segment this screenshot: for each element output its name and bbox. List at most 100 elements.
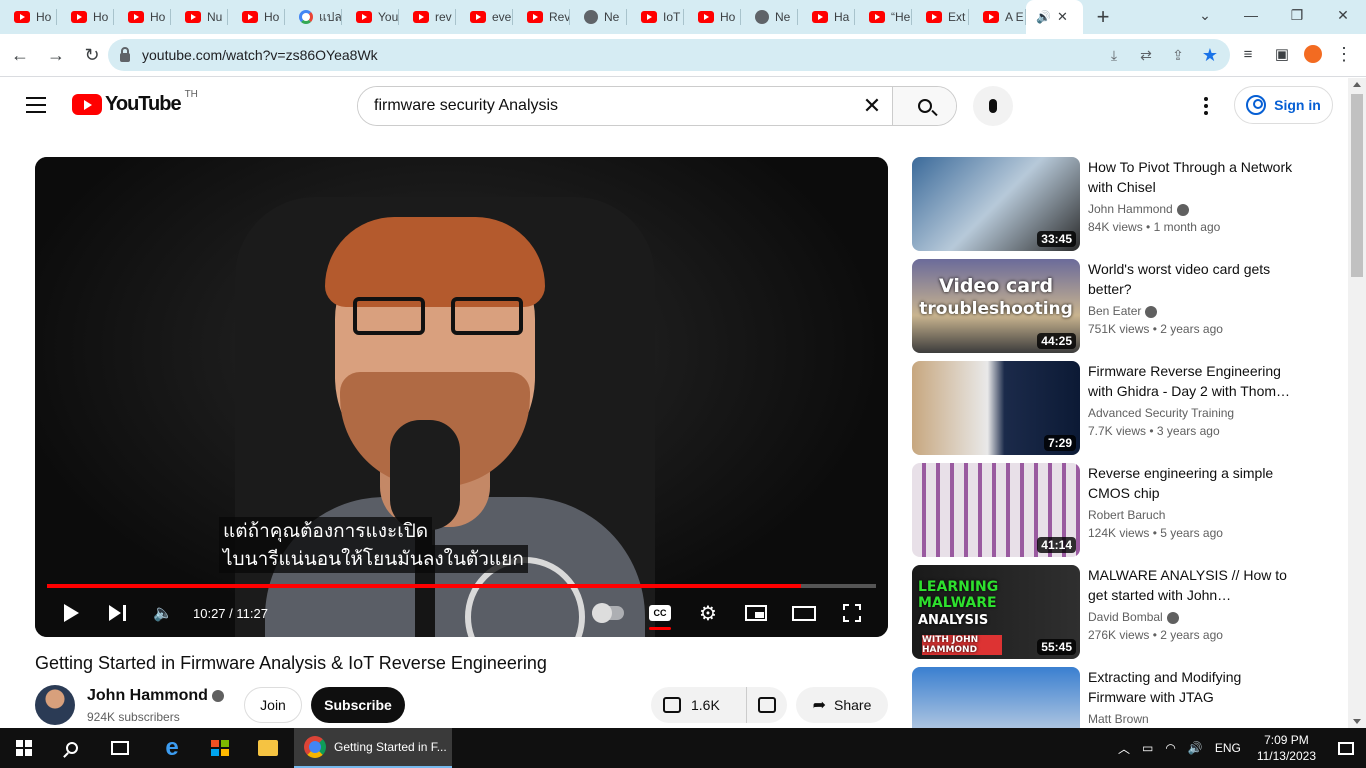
wifi-icon[interactable]: ◠ (1159, 741, 1181, 755)
tab-search-icon[interactable]: ⌄ (1182, 0, 1228, 30)
video-thumbnail[interactable]: 7:29 (912, 361, 1080, 455)
tab-item[interactable]: Rev (513, 0, 570, 34)
video-thumbnail[interactable]: Video card troubleshooting 44:25 (912, 259, 1080, 353)
tab-item[interactable]: eve (456, 0, 513, 34)
lock-icon[interactable] (120, 46, 130, 62)
youtube-logo[interactable]: YouTube TH (72, 89, 198, 116)
video-title[interactable]: Reverse engineering a simple CMOS chip (1088, 463, 1298, 503)
start-button[interactable] (0, 728, 48, 768)
side-panel-icon[interactable]: ▣ (1270, 40, 1294, 68)
tab-item[interactable]: You (342, 0, 399, 34)
tab-item[interactable]: Ha (798, 0, 855, 34)
install-icon[interactable]: ⤓ (1102, 43, 1126, 67)
progress-bar[interactable] (47, 584, 876, 588)
autoplay-toggle[interactable] (590, 597, 626, 629)
channel-name[interactable]: Matt Brown (1088, 712, 1149, 726)
tab-item[interactable]: A E (969, 0, 1026, 34)
search-button[interactable] (892, 87, 956, 125)
clear-search-icon[interactable]: ✕ (852, 87, 892, 125)
tab-item[interactable]: Ho (684, 0, 741, 34)
theater-mode-button[interactable] (791, 597, 817, 629)
browser-menu-icon[interactable]: ⋮ (1332, 40, 1356, 68)
channel-name-wrap[interactable]: Robert Baruch (1088, 508, 1165, 522)
battery-icon[interactable]: ▭ (1136, 741, 1159, 755)
channel-name[interactable]: John Hammond (87, 687, 208, 704)
join-button[interactable]: Join (244, 687, 302, 723)
reload-button[interactable]: ↻ (76, 39, 108, 71)
video-title[interactable]: Extracting and Modifying Firmware with J… (1088, 667, 1298, 707)
channel-name[interactable]: Robert Baruch (1088, 508, 1165, 522)
forward-button[interactable]: → (40, 39, 72, 71)
channel-name[interactable]: John Hammond (1088, 202, 1173, 216)
minimize-button[interactable]: — (1228, 0, 1274, 30)
video-thumbnail[interactable]: 33:45 (912, 157, 1080, 251)
notification-center-icon[interactable] (1326, 728, 1366, 768)
channel-name[interactable]: Ben Eater (1088, 304, 1141, 318)
restore-button[interactable]: ❐ (1274, 0, 1320, 30)
recommended-video[interactable]: 33:45 How To Pivot Through a Network wit… (912, 157, 1332, 259)
scroll-up-arrow[interactable] (1353, 82, 1361, 87)
channel-avatar[interactable] (35, 685, 75, 725)
task-view-button[interactable] (96, 728, 144, 768)
tab-item[interactable]: Ho (228, 0, 285, 34)
miniplayer-button[interactable] (743, 597, 769, 629)
page-scrollbar[interactable] (1348, 78, 1366, 728)
profile-avatar[interactable] (1304, 45, 1322, 63)
taskbar-search-button[interactable] (48, 728, 96, 768)
sign-in-button[interactable]: Sign in (1234, 86, 1333, 124)
tab-item[interactable]: Nu (171, 0, 228, 34)
store-icon[interactable] (196, 728, 244, 768)
tab-item[interactable]: Ext (912, 0, 969, 34)
tab-item[interactable]: IoT (627, 0, 684, 34)
share-button[interactable]: ➦ Share (796, 687, 888, 723)
volume-icon[interactable]: 🔈 (151, 597, 175, 629)
translate-icon[interactable]: ⇄ (1134, 43, 1158, 67)
channel-name[interactable]: Advanced Security Training (1088, 406, 1234, 420)
settings-more-icon[interactable] (1196, 94, 1216, 118)
channel-name-wrap[interactable]: John Hammond (87, 687, 224, 705)
language-indicator[interactable]: ENG (1209, 741, 1247, 755)
new-tab-button[interactable]: + (1083, 0, 1123, 34)
channel-name-wrap[interactable]: David Bombal (1088, 610, 1179, 624)
volume-tray-icon[interactable]: 🔊 (1182, 741, 1209, 755)
scroll-down-arrow[interactable] (1353, 719, 1361, 724)
address-bar[interactable]: youtube.com/watch?v=zs86OYea8Wk ⤓ ⇄ ⇪ ★ (108, 39, 1230, 71)
video-title[interactable]: Firmware Reverse Engineering with Ghidra… (1088, 361, 1298, 401)
tab-close-icon[interactable]: ✕ (1057, 9, 1068, 25)
tab-item[interactable]: Ne (741, 0, 798, 34)
show-hidden-icons-icon[interactable]: ︿ (1112, 740, 1136, 757)
recommended-video[interactable]: 7:29 Firmware Reverse Engineering with G… (912, 361, 1332, 463)
captions-button[interactable]: CC (647, 597, 673, 630)
video-player[interactable]: แต่ถ้าคุณต้องการแงะเปิด ไบนารีแน่นอนให้โ… (35, 157, 888, 637)
bookmark-star-icon[interactable]: ★ (1198, 43, 1222, 67)
video-thumbnail[interactable]: 41:14 (912, 463, 1080, 557)
voice-search-button[interactable] (973, 86, 1013, 126)
taskbar-chrome-app[interactable]: Getting Started in F... (294, 728, 452, 768)
like-button[interactable]: 1.6K (651, 687, 747, 723)
tab-item[interactable]: แปล (285, 0, 342, 34)
channel-name-wrap[interactable]: Advanced Security Training (1088, 406, 1234, 420)
media-control-icon[interactable]: ≡ (1236, 40, 1260, 68)
file-explorer-icon[interactable] (244, 728, 292, 768)
channel-name-wrap[interactable]: John Hammond (1088, 202, 1189, 216)
channel-name-wrap[interactable]: Ben Eater (1088, 304, 1158, 318)
next-button[interactable] (105, 597, 129, 629)
video-title[interactable]: World's worst video card gets better? (1088, 259, 1298, 299)
video-title[interactable]: How To Pivot Through a Network with Chis… (1088, 157, 1298, 197)
channel-name-wrap[interactable]: Matt Brown (1088, 712, 1149, 726)
recommended-video[interactable]: 41:14 Reverse engineering a simple CMOS … (912, 463, 1332, 565)
back-button[interactable]: ← (4, 39, 36, 71)
clock[interactable]: 7:09 PM 11/13/2023 (1247, 732, 1326, 764)
settings-gear-icon[interactable]: ⚙ (695, 597, 721, 629)
dislike-button[interactable] (747, 687, 787, 723)
share-page-icon[interactable]: ⇪ (1166, 43, 1190, 67)
play-button[interactable] (59, 597, 83, 629)
tab-item[interactable]: Ho (114, 0, 171, 34)
recommended-video[interactable]: Video card troubleshooting 44:25 World's w… (912, 259, 1332, 361)
channel-name[interactable]: David Bombal (1088, 610, 1163, 624)
video-title[interactable]: MALWARE ANALYSIS // How to get started w… (1088, 565, 1298, 605)
subscribe-button[interactable]: Subscribe (311, 687, 405, 723)
edge-icon[interactable]: e (148, 728, 196, 768)
tab-active[interactable]: 🔊 ✕ (1026, 0, 1083, 34)
speaker-icon[interactable]: 🔊 (1036, 10, 1051, 24)
